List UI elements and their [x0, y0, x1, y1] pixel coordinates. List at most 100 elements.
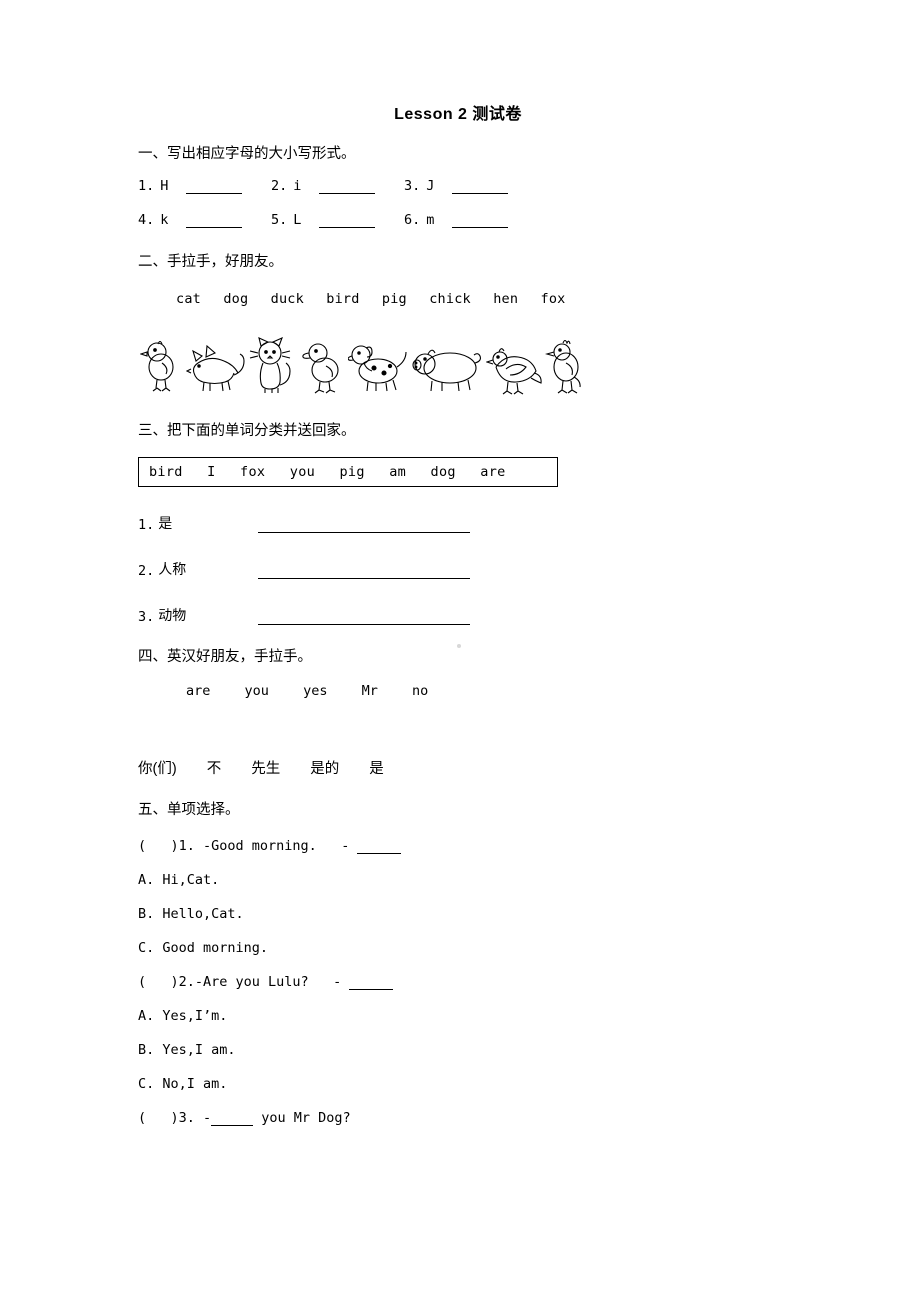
- letter-item-1: 1. H: [138, 178, 271, 195]
- category-row-3: 3. 动物: [138, 605, 778, 625]
- question-1-text: ( )1. -Good morning. -: [138, 838, 358, 855]
- animal-picture-row: [140, 333, 778, 395]
- category-num: 1.: [138, 516, 155, 533]
- letter-item-2: 2. i: [271, 178, 404, 195]
- bank-word-am[interactable]: am: [389, 464, 406, 480]
- section-4-chinese-row: 你(们) 不 先生 是的 是: [138, 757, 778, 778]
- letter-num: 1.: [138, 178, 155, 195]
- bank-word-pig[interactable]: pig: [340, 464, 365, 480]
- en-word-no[interactable]: no: [412, 683, 428, 699]
- category-label: 动物: [158, 606, 187, 623]
- worksheet-content: Lesson 2 测试卷 一、写出相应字母的大小写形式。 1. H 2. i 3…: [138, 100, 778, 1127]
- pig-icon: [412, 349, 481, 391]
- question-1-option-b[interactable]: B. Hello,Cat.: [138, 906, 778, 922]
- answer-blank[interactable]: [258, 519, 471, 533]
- page-title: Lesson 2 测试卷: [394, 106, 522, 123]
- word-pig[interactable]: pig: [382, 291, 407, 307]
- duck-icon: [302, 343, 339, 394]
- cn-word-mr[interactable]: 先生: [251, 761, 280, 777]
- letter-row-1: 1. H 2. i 3. J: [138, 178, 778, 195]
- section-3-heading: 三、把下面的单词分类并送回家。: [138, 422, 356, 439]
- hen-icon: [486, 347, 542, 395]
- question-1-stem: ( )1. -Good morning. -: [138, 838, 778, 855]
- bird-icon: [544, 339, 581, 394]
- word-fox[interactable]: fox: [541, 291, 566, 307]
- en-word-yes[interactable]: yes: [303, 683, 327, 699]
- letter-value: i: [293, 178, 302, 195]
- category-row-2: 2. 人称: [138, 559, 778, 579]
- category-row-1: 1. 是: [138, 513, 778, 533]
- bank-word-are[interactable]: are: [480, 464, 505, 480]
- en-word-are[interactable]: are: [186, 683, 210, 699]
- section-5-heading: 五、单项选择。: [138, 802, 240, 819]
- answer-blank[interactable]: [319, 215, 376, 229]
- section-2-heading: 二、手拉手，好朋友。: [138, 254, 283, 271]
- word-bank-box: bird I fox you pig am dog are: [138, 456, 558, 487]
- answer-blank[interactable]: [258, 565, 471, 579]
- bank-word-dog[interactable]: dog: [431, 464, 456, 480]
- section-4-english-row: are you yes Mr no: [186, 683, 778, 699]
- cn-word-you-plural[interactable]: 你(们): [138, 761, 177, 777]
- answer-blank[interactable]: [452, 215, 509, 229]
- letter-row-2: 4. k 5. L 6. m: [138, 212, 778, 229]
- question-3-stem: ( )3. - you Mr Dog?: [138, 1110, 778, 1127]
- bank-word-i[interactable]: I: [207, 464, 215, 480]
- category-label: 人称: [158, 560, 187, 577]
- question-2-option-b[interactable]: B. Yes,I am.: [138, 1042, 778, 1058]
- answer-blank[interactable]: [452, 181, 509, 195]
- question-3-text-post: you Mr Dog?: [253, 1110, 351, 1127]
- fox-icon: [186, 344, 245, 391]
- letter-value: H: [160, 178, 169, 195]
- word-bird[interactable]: bird: [326, 291, 359, 307]
- cn-word-yes[interactable]: 是的: [310, 761, 339, 777]
- letter-item-4: 4. k: [138, 212, 271, 229]
- question-3-text-pre: ( )3. -: [138, 1110, 212, 1127]
- worksheet-page: Lesson 2 测试卷 一、写出相应字母的大小写形式。 1. H 2. i 3…: [0, 0, 920, 1302]
- question-2-stem: ( )2.-Are you Lulu? -: [138, 974, 778, 991]
- question-2-option-a[interactable]: A. Yes,I’m.: [138, 1008, 778, 1024]
- letter-value: k: [160, 212, 169, 229]
- chick-icon: [140, 340, 174, 392]
- word-chick[interactable]: chick: [429, 291, 471, 307]
- bank-word-you[interactable]: you: [290, 464, 315, 480]
- category-num: 3.: [138, 608, 155, 625]
- question-1-option-c[interactable]: C. Good morning.: [138, 940, 778, 956]
- category-label: 是: [158, 514, 173, 531]
- answer-blank[interactable]: [349, 977, 394, 991]
- question-2-text: ( )2.-Are you Lulu? -: [138, 974, 350, 991]
- category-num: 2.: [138, 562, 155, 579]
- dog-icon: [348, 345, 407, 391]
- cat-icon: [249, 336, 291, 393]
- letter-value: L: [293, 212, 302, 229]
- word-dog[interactable]: dog: [223, 291, 248, 307]
- section-1-heading: 一、写出相应字母的大小写形式。: [138, 146, 356, 162]
- cn-word-no[interactable]: 不: [207, 761, 222, 777]
- letter-num: 5.: [271, 212, 288, 229]
- section-2-word-list: cat dog duck bird pig chick hen fox: [176, 291, 778, 307]
- letter-value: J: [426, 178, 435, 195]
- question-1-option-a[interactable]: A. Hi,Cat.: [138, 872, 778, 888]
- letter-item-6: 6. m: [404, 212, 537, 229]
- answer-blank[interactable]: [186, 215, 243, 229]
- letter-item-5: 5. L: [271, 212, 404, 229]
- letter-value: m: [426, 212, 435, 229]
- en-word-mr[interactable]: Mr: [362, 683, 378, 699]
- en-word-you[interactable]: you: [245, 683, 269, 699]
- letter-num: 3.: [404, 178, 421, 195]
- bank-word-fox[interactable]: fox: [240, 464, 265, 480]
- answer-blank[interactable]: [319, 181, 376, 195]
- word-hen[interactable]: hen: [493, 291, 518, 307]
- letter-num: 6.: [404, 212, 421, 229]
- bank-word-bird[interactable]: bird: [149, 464, 183, 480]
- letter-item-3: 3. J: [404, 178, 537, 195]
- word-cat[interactable]: cat: [176, 291, 201, 307]
- section-4-heading: 四、英汉好朋友，手拉手。: [138, 648, 312, 665]
- answer-blank[interactable]: [211, 1113, 254, 1127]
- answer-blank[interactable]: [258, 611, 471, 625]
- cn-word-be[interactable]: 是: [369, 761, 384, 777]
- answer-blank[interactable]: [357, 841, 402, 855]
- question-2-option-c[interactable]: C. No,I am.: [138, 1076, 778, 1092]
- answer-blank[interactable]: [186, 181, 243, 195]
- letter-num: 4.: [138, 212, 155, 229]
- word-duck[interactable]: duck: [271, 291, 304, 307]
